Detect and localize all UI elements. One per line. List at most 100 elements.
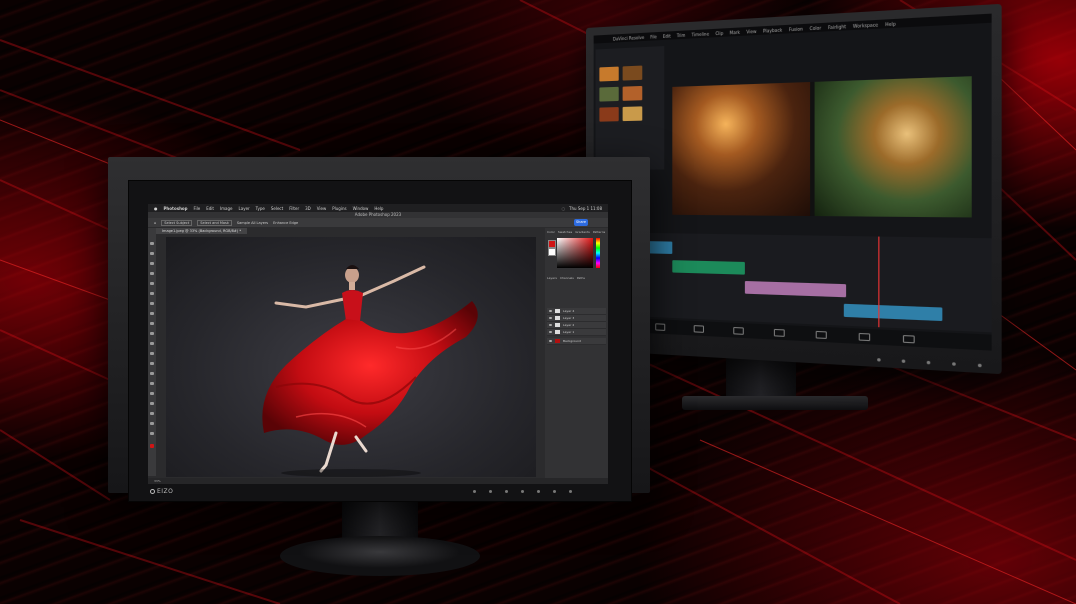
menu-item[interactable]: Layer (239, 206, 250, 211)
monitor-button[interactable] (505, 490, 508, 493)
menu-item[interactable]: Clip (715, 30, 723, 36)
monitor-button[interactable] (952, 362, 956, 366)
zoom-level[interactable]: 33% (154, 479, 161, 483)
fairlight-icon[interactable] (858, 332, 871, 341)
app-menu[interactable]: Photoshop (164, 206, 188, 211)
apple-icon[interactable]: ● (154, 206, 158, 211)
tab-patterns[interactable]: Patterns (593, 230, 605, 235)
options-select-and-mask[interactable]: Select and Mask (197, 219, 232, 226)
media-thumbnail[interactable] (599, 66, 619, 82)
edit-icon[interactable] (733, 326, 744, 335)
media-thumbnail[interactable] (599, 86, 619, 102)
monitor-button[interactable] (473, 490, 476, 493)
menu-item[interactable]: Edit (663, 33, 671, 39)
options-select-subject[interactable]: Select Subject (161, 219, 193, 226)
menu-item[interactable]: Help (885, 21, 896, 27)
menu-item[interactable]: Workspace (853, 22, 878, 29)
monitor-button[interactable] (926, 360, 931, 365)
brush-tool-icon[interactable] (150, 312, 154, 315)
home-icon[interactable]: ⌂ (154, 221, 156, 225)
tab-color[interactable]: Color (547, 230, 555, 235)
fusion-icon[interactable] (773, 328, 785, 337)
eye-icon[interactable] (549, 310, 552, 312)
marquee-tool-icon[interactable] (150, 252, 154, 255)
shape-tool-icon[interactable] (150, 412, 154, 415)
menu-item[interactable]: DaVinci Resolve (613, 34, 644, 41)
lasso-tool-icon[interactable] (150, 262, 154, 265)
menu-item[interactable]: 3D (305, 206, 311, 211)
eye-icon[interactable] (549, 324, 552, 326)
tab-paths[interactable]: Paths (577, 276, 585, 281)
monitor-button[interactable] (537, 490, 540, 493)
hue-slider[interactable] (596, 238, 600, 268)
cut-icon[interactable] (693, 324, 704, 333)
eye-icon[interactable] (549, 340, 552, 342)
tab-swatches[interactable]: Swatches (558, 230, 572, 235)
menu-item[interactable]: Playback (763, 27, 782, 33)
eyedropper-tool-icon[interactable] (150, 292, 154, 295)
crop-tool-icon[interactable] (150, 282, 154, 285)
eye-icon[interactable] (549, 331, 552, 333)
timeline-playhead[interactable] (878, 236, 880, 328)
menu-item[interactable]: Fusion (789, 26, 803, 32)
media-thumbnail[interactable] (622, 106, 643, 122)
menu-item[interactable]: Timeline (692, 31, 710, 37)
menu-item[interactable]: Trim (677, 32, 686, 38)
video-viewer[interactable] (672, 76, 972, 218)
monitor-button[interactable] (977, 363, 982, 368)
media-thumbnail[interactable] (622, 65, 643, 81)
deliver-icon[interactable] (902, 334, 915, 343)
quick-select-tool-icon[interactable] (150, 272, 154, 275)
gradient-tool-icon[interactable] (150, 352, 154, 355)
tab-channels[interactable]: Channels (560, 276, 574, 281)
monitor-button[interactable] (877, 358, 881, 362)
timeline-clip[interactable] (672, 260, 745, 275)
menubar-clock[interactable]: Thu Sep 1 11:08 (569, 206, 602, 211)
menu-item[interactable]: Edit (206, 206, 214, 211)
menu-item[interactable]: View (746, 28, 756, 34)
layer-row[interactable]: Layer 4 (547, 308, 606, 315)
options-sample-all-layers[interactable]: Sample All Layers (237, 221, 268, 225)
dodge-tool-icon[interactable] (150, 372, 154, 375)
tab-layers[interactable]: Layers (547, 276, 557, 281)
media-thumbnail[interactable] (622, 85, 643, 101)
document-tab[interactable]: Image1.jpeg @ 33% (Background, RGB/8#) * (156, 228, 248, 234)
monitor-button[interactable] (901, 359, 906, 363)
dancer-photo[interactable] (166, 237, 536, 477)
history-brush-tool-icon[interactable] (150, 332, 154, 335)
path-select-tool-icon[interactable] (150, 402, 154, 405)
options-enhance-edge[interactable]: Enhance Edge (273, 221, 298, 225)
media-thumbnail[interactable] (599, 107, 619, 122)
share-button[interactable]: Share (574, 219, 588, 226)
layer-row[interactable]: Layer 1 (547, 329, 606, 336)
menu-item[interactable]: Filter (289, 206, 299, 211)
zoom-tool-icon[interactable] (150, 432, 154, 435)
media-icon[interactable] (655, 322, 666, 331)
power-button[interactable] (569, 490, 572, 493)
clone-stamp-tool-icon[interactable] (150, 322, 154, 325)
layer-row[interactable]: Layer 3 (547, 315, 606, 322)
menu-item[interactable]: Plugins (332, 206, 346, 211)
foreground-swatch[interactable] (548, 240, 556, 248)
menu-item[interactable]: Window (353, 206, 369, 211)
menu-item[interactable]: Mark (730, 29, 740, 35)
eye-icon[interactable] (549, 317, 552, 319)
menu-item[interactable]: File (194, 206, 201, 211)
pen-tool-icon[interactable] (150, 382, 154, 385)
menu-item[interactable]: Help (374, 206, 383, 211)
timeline[interactable] (593, 232, 992, 333)
menu-item[interactable]: View (317, 206, 327, 211)
hand-tool-icon[interactable] (150, 422, 154, 425)
wifi-icon[interactable]: ◌ (562, 206, 566, 211)
layer-row[interactable]: Layer 2 (547, 322, 606, 329)
timeline-clip[interactable] (744, 280, 847, 298)
healing-tool-icon[interactable] (150, 302, 154, 305)
eraser-tool-icon[interactable] (150, 342, 154, 345)
menu-item[interactable]: Color (810, 25, 822, 31)
monitor-button[interactable] (521, 490, 524, 493)
type-tool-icon[interactable] (150, 392, 154, 395)
menu-item[interactable]: Select (271, 206, 283, 211)
menu-item[interactable]: Image (220, 206, 233, 211)
blur-tool-icon[interactable] (150, 362, 154, 365)
background-swatch[interactable] (548, 248, 556, 256)
